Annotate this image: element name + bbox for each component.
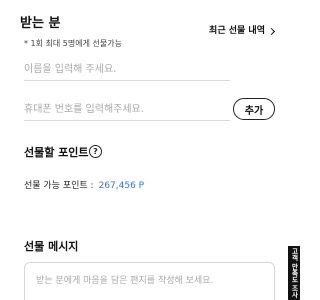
- chevron-right-icon: [267, 27, 276, 35]
- gift-points-title: 선물할 포인트: [24, 146, 89, 159]
- available-points-row: 선물 가능 포인트 : 267,456 P: [24, 179, 144, 193]
- recipient-phone-input[interactable]: [24, 99, 230, 121]
- recent-gift-history-label: 최근 선물 내역: [209, 26, 265, 36]
- survey-side-tab[interactable]: 고객 만족도 조사: [288, 246, 300, 300]
- recipient-section-title: 받는 분: [20, 16, 61, 31]
- question-circle-icon[interactable]: ?: [89, 145, 102, 158]
- recipient-limit-note: * 1회 최대 5명에게 선물가능: [24, 39, 122, 48]
- gift-message-title: 선물 메시지: [24, 240, 79, 253]
- available-points-label: 선물 가능 포인트 :: [24, 181, 94, 191]
- add-recipient-button[interactable]: 추가: [233, 98, 275, 120]
- available-points-value: 267,456 P: [98, 181, 145, 191]
- gift-message-textarea[interactable]: [24, 262, 275, 300]
- recipient-name-input[interactable]: [24, 59, 230, 81]
- recent-gift-history-link[interactable]: 최근 선물 내역: [209, 24, 276, 38]
